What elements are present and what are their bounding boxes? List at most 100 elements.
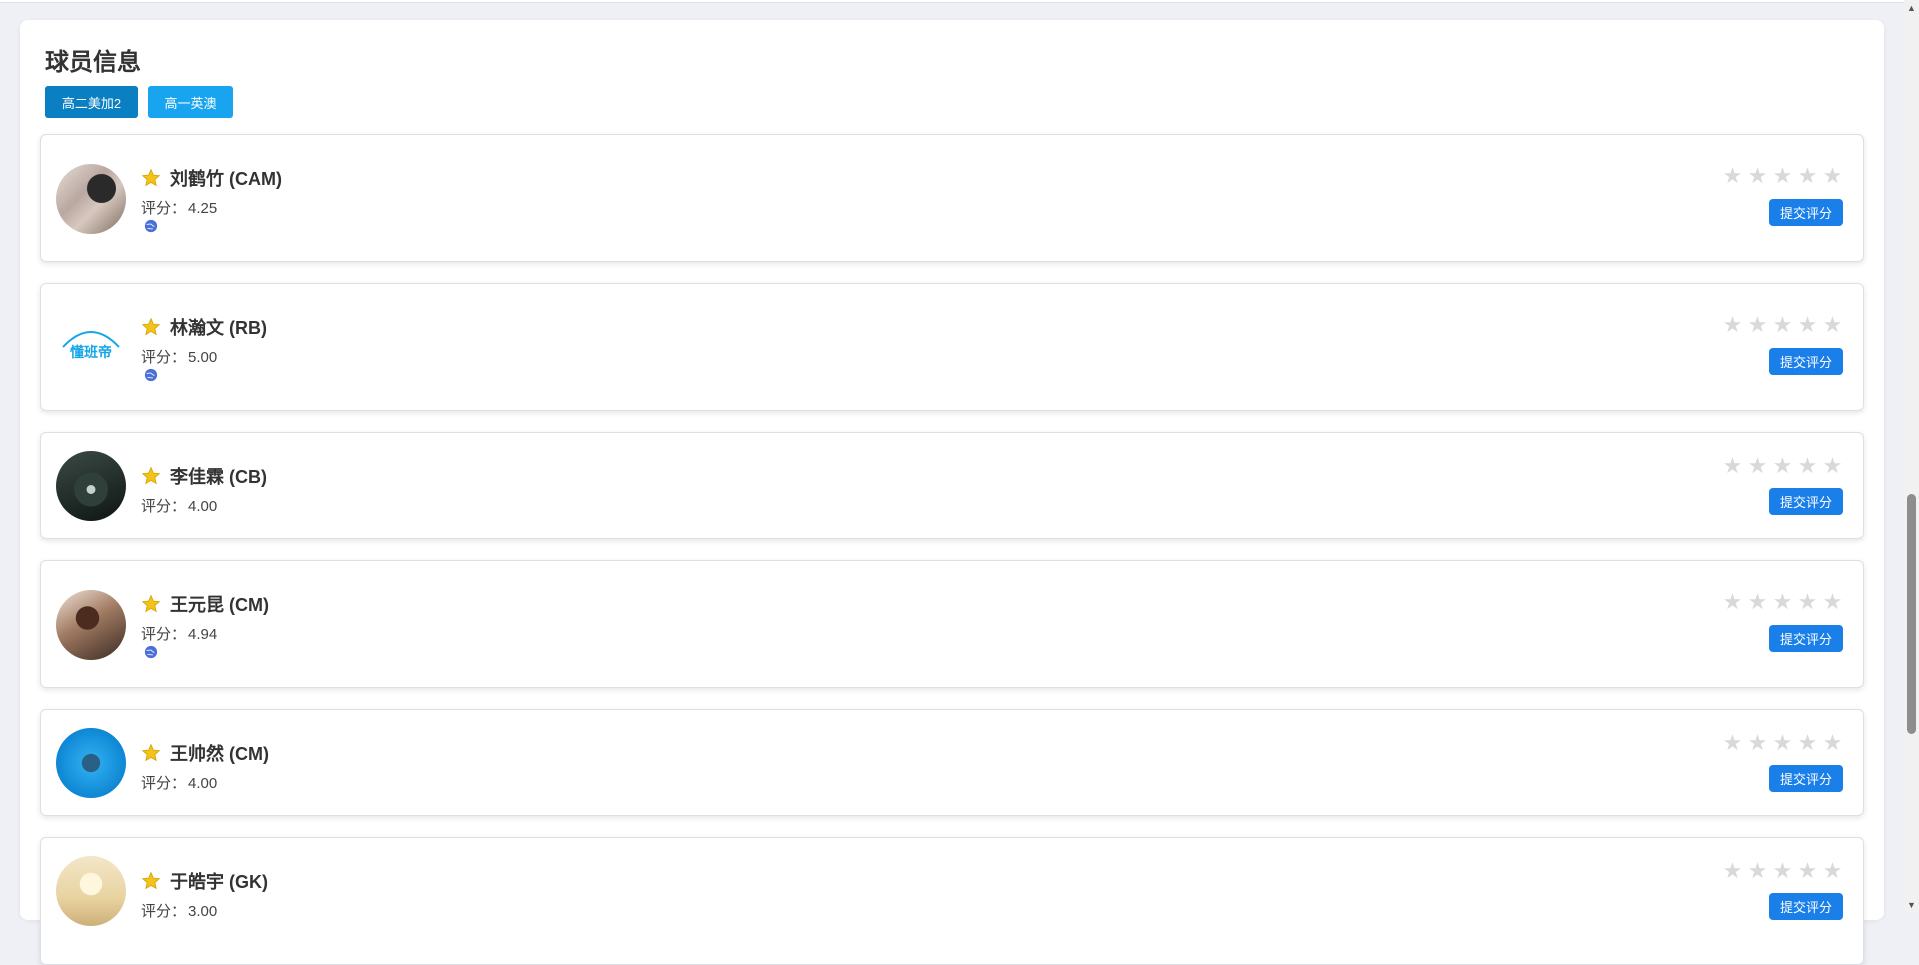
player-avatar — [56, 590, 126, 660]
player-avatar — [56, 856, 126, 926]
rating-stars[interactable]: ★ ★ ★ ★ ★ — [1722, 455, 1843, 477]
favorite-star-icon — [141, 743, 161, 762]
rating-star-1[interactable]: ★ — [1722, 314, 1743, 336]
rating-stars[interactable]: ★ ★ ★ ★ ★ — [1722, 165, 1843, 187]
globe-icon — [144, 219, 158, 233]
svg-text:懂班帝: 懂班帝 — [70, 344, 112, 361]
score-label: 评分： — [141, 200, 187, 217]
favorite-star-icon — [141, 466, 161, 485]
rating-star-5[interactable]: ★ — [1822, 314, 1843, 336]
tab-class-1[interactable]: 高二美加2 — [45, 86, 138, 118]
player-card: 于皓宇 (GK) 评分： 3.00 ★ ★ ★ ★ ★ 提交评分 — [40, 837, 1864, 965]
player-info-panel: 球员信息 高二美加2 高一英澳 刘鹤竹 (CAM) 评分： 4.25 ★ ★ ★ … — [20, 20, 1884, 965]
player-card: 王元昆 (CM) 评分： 4.94 ★ ★ ★ ★ ★ 提交评分 — [40, 560, 1864, 688]
player-score: 评分： 3.00 — [141, 900, 217, 921]
rating-star-4[interactable]: ★ — [1797, 860, 1818, 882]
player-card: 刘鹤竹 (CAM) 评分： 4.25 ★ ★ ★ ★ ★ 提交评分 — [40, 134, 1864, 262]
player-score: 评分： 4.00 — [141, 495, 217, 516]
player-name: 林瀚文 (RB) — [170, 318, 267, 338]
player-score: 评分： 4.25 — [141, 197, 217, 218]
rating-star-1[interactable]: ★ — [1722, 591, 1743, 613]
score-label: 评分： — [141, 775, 187, 792]
scroll-thumb[interactable] — [1907, 494, 1916, 734]
player-name: 刘鹤竹 (CAM) — [170, 169, 282, 189]
score-label: 评分： — [141, 498, 187, 515]
rating-star-2[interactable]: ★ — [1747, 314, 1768, 336]
rating-star-3[interactable]: ★ — [1772, 165, 1793, 187]
score-value: 4.25 — [188, 200, 218, 217]
submit-rating-button[interactable]: 提交评分 — [1769, 488, 1843, 515]
player-avatar — [56, 164, 126, 234]
rating-star-4[interactable]: ★ — [1797, 165, 1818, 187]
player-name-row: 王元昆 (CM) — [141, 591, 269, 617]
favorite-star-icon — [141, 594, 161, 613]
rating-star-5[interactable]: ★ — [1822, 732, 1843, 754]
player-name-row: 刘鹤竹 (CAM) — [141, 165, 282, 191]
score-value: 5.00 — [188, 349, 218, 366]
rating-star-2[interactable]: ★ — [1747, 860, 1768, 882]
submit-rating-button[interactable]: 提交评分 — [1769, 893, 1843, 920]
player-name-row: 王帅然 (CM) — [141, 740, 269, 766]
favorite-star-icon — [141, 168, 161, 187]
rating-star-3[interactable]: ★ — [1772, 591, 1793, 613]
player-score: 评分： 4.94 — [141, 623, 217, 644]
rating-star-5[interactable]: ★ — [1822, 165, 1843, 187]
score-label: 评分： — [141, 349, 187, 366]
player-score: 评分： 5.00 — [141, 346, 217, 367]
player-name-row: 于皓宇 (GK) — [141, 868, 268, 894]
scroll-down-arrow-icon[interactable]: ▼ — [1904, 897, 1919, 912]
score-label: 评分： — [141, 626, 187, 643]
player-card: 王帅然 (CM) 评分： 4.00 ★ ★ ★ ★ ★ 提交评分 — [40, 709, 1864, 816]
submit-rating-button[interactable]: 提交评分 — [1769, 348, 1843, 375]
rating-star-2[interactable]: ★ — [1747, 591, 1768, 613]
player-name-row: 林瀚文 (RB) — [141, 314, 267, 340]
favorite-star-icon — [141, 871, 161, 890]
rating-star-5[interactable]: ★ — [1822, 455, 1843, 477]
rating-star-3[interactable]: ★ — [1772, 314, 1793, 336]
score-value: 4.00 — [188, 775, 218, 792]
rating-stars[interactable]: ★ ★ ★ ★ ★ — [1722, 591, 1843, 613]
rating-star-3[interactable]: ★ — [1772, 455, 1793, 477]
rating-star-2[interactable]: ★ — [1747, 732, 1768, 754]
rating-stars[interactable]: ★ ★ ★ ★ ★ — [1722, 314, 1843, 336]
dongbandi-logo-icon: 懂班帝 — [62, 331, 120, 361]
rating-star-4[interactable]: ★ — [1797, 732, 1818, 754]
rating-star-4[interactable]: ★ — [1797, 455, 1818, 477]
player-name-row: 李佳霖 (CB) — [141, 463, 267, 489]
player-avatar — [56, 451, 126, 521]
submit-rating-button[interactable]: 提交评分 — [1769, 625, 1843, 652]
top-edge — [0, 0, 1904, 3]
tab-class-2[interactable]: 高一英澳 — [148, 86, 233, 118]
rating-star-1[interactable]: ★ — [1722, 165, 1743, 187]
vertical-scrollbar[interactable]: ▲ ▼ — [1904, 0, 1919, 912]
rating-stars[interactable]: ★ ★ ★ ★ ★ — [1722, 732, 1843, 754]
rating-star-5[interactable]: ★ — [1822, 591, 1843, 613]
globe-icon — [144, 645, 158, 659]
player-avatar — [56, 728, 126, 798]
player-name: 李佳霖 (CB) — [170, 467, 267, 487]
rating-star-1[interactable]: ★ — [1722, 860, 1743, 882]
player-name: 王帅然 (CM) — [170, 744, 269, 764]
rating-star-1[interactable]: ★ — [1722, 455, 1743, 477]
rating-stars[interactable]: ★ ★ ★ ★ ★ — [1722, 860, 1843, 882]
rating-star-2[interactable]: ★ — [1747, 455, 1768, 477]
rating-star-4[interactable]: ★ — [1797, 591, 1818, 613]
rating-star-3[interactable]: ★ — [1772, 860, 1793, 882]
player-card: 李佳霖 (CB) 评分： 4.00 ★ ★ ★ ★ ★ 提交评分 — [40, 432, 1864, 539]
rating-star-2[interactable]: ★ — [1747, 165, 1768, 187]
player-name: 王元昆 (CM) — [170, 595, 269, 615]
rating-star-5[interactable]: ★ — [1822, 860, 1843, 882]
globe-icon — [144, 368, 158, 382]
panel-title: 球员信息 — [45, 49, 141, 76]
player-avatar: 懂班帝 — [56, 313, 126, 383]
score-value: 4.94 — [188, 626, 218, 643]
player-name: 于皓宇 (GK) — [170, 872, 268, 892]
favorite-star-icon — [141, 317, 161, 336]
submit-rating-button[interactable]: 提交评分 — [1769, 199, 1843, 226]
scroll-up-arrow-icon[interactable]: ▲ — [1904, 0, 1919, 15]
rating-star-4[interactable]: ★ — [1797, 314, 1818, 336]
rating-star-1[interactable]: ★ — [1722, 732, 1743, 754]
player-card: 懂班帝 林瀚文 (RB) 评分： 5.00 ★ ★ ★ ★ ★ 提交评分 — [40, 283, 1864, 411]
submit-rating-button[interactable]: 提交评分 — [1769, 765, 1843, 792]
rating-star-3[interactable]: ★ — [1772, 732, 1793, 754]
